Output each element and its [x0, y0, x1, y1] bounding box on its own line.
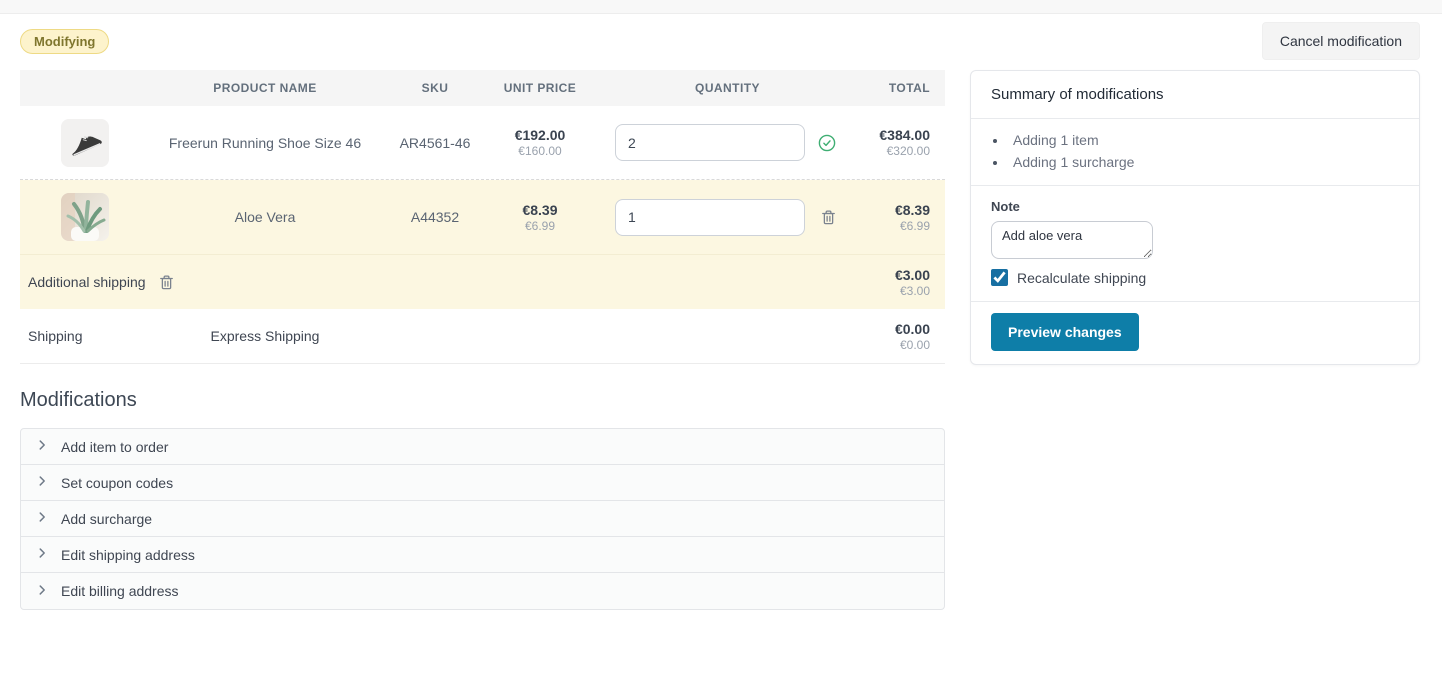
shipping-method: Express Shipping — [150, 328, 380, 344]
accordion-item-label: Edit billing address — [61, 583, 179, 599]
column-sku: SKU — [380, 81, 490, 95]
accordion-item-add-item[interactable]: Add item to order — [21, 429, 944, 465]
summary-bullet: Adding 1 item — [1008, 129, 1399, 151]
note-textarea[interactable]: Add aloe vera — [991, 221, 1153, 259]
accordion-item-edit-shipping-address[interactable]: Edit shipping address — [21, 537, 944, 573]
recalculate-shipping-label[interactable]: Recalculate shipping — [1017, 270, 1146, 286]
order-items-table: PRODUCT NAME SKU UNIT PRICE QUANTITY TOT… — [20, 70, 945, 364]
product-sku: A44352 — [380, 209, 490, 225]
shipping-row: Shipping Express Shipping €0.00 €0.00 — [20, 309, 945, 364]
column-quantity: QUANTITY — [590, 81, 865, 95]
shipping-total-gross: €0.00 — [865, 321, 930, 337]
line-total-gross: €384.00 — [865, 127, 930, 143]
unit-price-gross: €8.39 — [490, 202, 590, 218]
product-image-running-shoe — [61, 119, 109, 167]
trash-icon[interactable] — [818, 207, 839, 228]
shipping-total-net: €0.00 — [865, 338, 930, 352]
cancel-modification-button[interactable]: Cancel modification — [1262, 22, 1420, 60]
accordion-item-label: Add item to order — [61, 439, 168, 455]
page-header: Modifying Cancel modification — [20, 14, 1420, 70]
column-total: TOTAL — [865, 81, 945, 95]
trash-icon[interactable] — [156, 272, 177, 293]
unit-price-net: €6.99 — [490, 219, 590, 233]
line-total-net: €6.99 — [865, 219, 930, 233]
quantity-input[interactable] — [615, 199, 805, 236]
summary-title: Summary of modifications — [971, 71, 1419, 119]
preview-changes-button[interactable]: Preview changes — [991, 313, 1139, 351]
summary-bullet: Adding 1 surcharge — [1008, 151, 1399, 173]
product-image-aloe-vera — [61, 193, 109, 241]
column-unit-price: UNIT PRICE — [490, 81, 590, 95]
chevron-right-icon — [35, 583, 49, 600]
quantity-input[interactable] — [615, 124, 805, 161]
surcharge-label: Additional shipping — [28, 274, 146, 290]
top-strip — [0, 0, 1442, 14]
modifications-heading: Modifications — [20, 389, 945, 412]
accordion-item-label: Add surcharge — [61, 511, 152, 527]
table-row: Freerun Running Shoe Size 46 AR4561-46 €… — [20, 106, 945, 180]
product-name: Freerun Running Shoe Size 46 — [150, 135, 380, 151]
chevron-right-icon — [35, 510, 49, 527]
check-circle-icon — [818, 134, 836, 152]
unit-price-gross: €192.00 — [490, 127, 590, 143]
summary-card: Summary of modifications Adding 1 item A… — [970, 70, 1420, 365]
line-total-net: €320.00 — [865, 144, 930, 158]
note-label: Note — [991, 199, 1399, 214]
product-sku: AR4561-46 — [380, 135, 490, 151]
surcharge-total-net: €3.00 — [865, 284, 930, 298]
modifications-accordion: Add item to order Set coupon codes Add s… — [20, 428, 945, 610]
shipping-label: Shipping — [20, 328, 150, 344]
recalculate-shipping-checkbox[interactable] — [991, 269, 1008, 286]
line-total-gross: €8.39 — [865, 202, 930, 218]
chevron-right-icon — [35, 474, 49, 491]
surcharge-total-gross: €3.00 — [865, 267, 930, 283]
table-header-row: PRODUCT NAME SKU UNIT PRICE QUANTITY TOT… — [20, 70, 945, 106]
accordion-item-edit-billing-address[interactable]: Edit billing address — [21, 573, 944, 609]
accordion-item-coupon-codes[interactable]: Set coupon codes — [21, 465, 944, 501]
chevron-right-icon — [35, 546, 49, 563]
accordion-item-add-surcharge[interactable]: Add surcharge — [21, 501, 944, 537]
table-row: Aloe Vera A44352 €8.39 €6.99 — [20, 180, 945, 254]
surcharge-row: Additional shipping €3.00 €3.0 — [20, 254, 945, 309]
column-product-name: PRODUCT NAME — [150, 81, 380, 95]
accordion-item-label: Edit shipping address — [61, 547, 195, 563]
product-name: Aloe Vera — [150, 209, 380, 225]
unit-price-net: €160.00 — [490, 144, 590, 158]
chevron-right-icon — [35, 438, 49, 455]
summary-bullet-list: Adding 1 item Adding 1 surcharge — [1008, 129, 1399, 173]
accordion-item-label: Set coupon codes — [61, 475, 173, 491]
status-badge: Modifying — [20, 29, 109, 54]
